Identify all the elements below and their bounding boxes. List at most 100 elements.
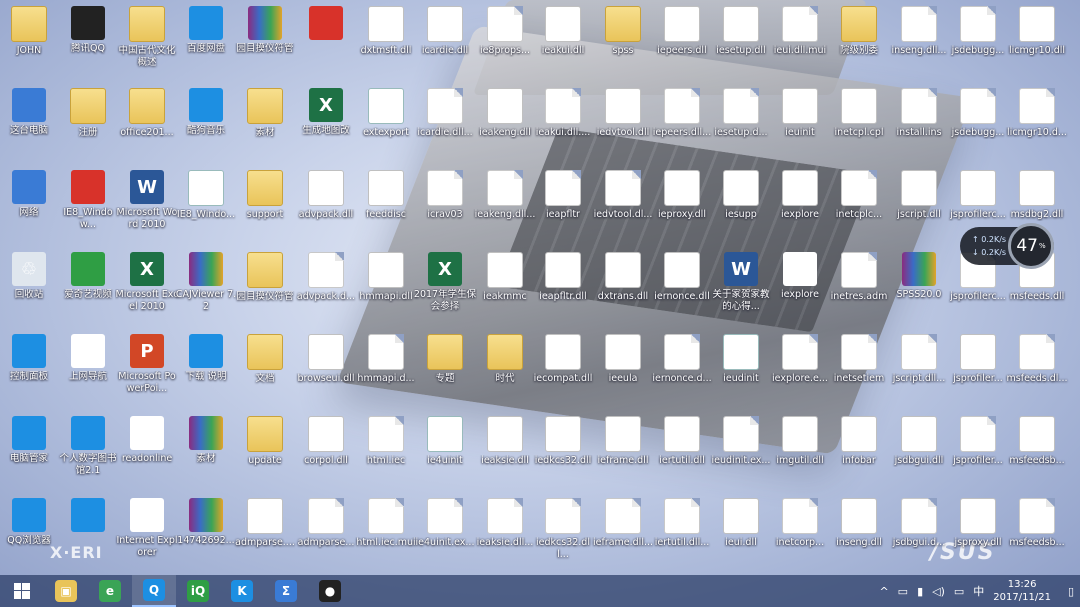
desktop-icon[interactable]: ⚙ ieframe.dll — [594, 416, 652, 467]
desktop-icon[interactable]: iertutil.dll... — [653, 498, 711, 549]
desktop-icon[interactable]: iernonce.d... — [652, 334, 712, 385]
desktop-icon[interactable]: e readonline — [118, 416, 176, 465]
network-speed-widget[interactable]: ↑ 0.2K/s ↓ 0.2K/s 47% — [960, 223, 1054, 269]
taskbar-app[interactable]: K — [220, 575, 264, 607]
desktop-icon[interactable]: 院级别委 — [830, 6, 888, 57]
desktop-icon[interactable]: inetsetiem — [830, 334, 888, 385]
desktop-icon[interactable]: jsdbgui.d... — [890, 498, 948, 549]
desktop-icon[interactable]: inetres.adm — [830, 252, 888, 303]
desktop-icon[interactable]: msfeeds.dl... — [1007, 334, 1067, 385]
desktop-icon[interactable]: ⚙ dxtmsft.dll — [357, 6, 415, 57]
desktop-icon[interactable]: ? iesupp — [712, 170, 770, 221]
desktop-icon[interactable]: ♪ infobar — [830, 416, 888, 467]
taskbar-app[interactable]: iQ — [176, 575, 220, 607]
desktop-icon[interactable]: html.iec — [357, 416, 415, 467]
desktop-icon[interactable]: html.iec.mui — [356, 498, 416, 549]
desktop-icon[interactable]: iedkcs32.dll... — [534, 498, 592, 561]
desktop-icon[interactable]: ⚙ ieakui.dll — [534, 6, 592, 57]
desktop-icon[interactable]: ⚙ jscript.dll — [890, 170, 948, 221]
desktop-icon[interactable]: ieapfltr — [534, 170, 592, 221]
desktop-icon[interactable]: JOHN — [0, 6, 58, 57]
desktop-icon[interactable]: iesetup.d... — [712, 88, 770, 139]
desktop-icon[interactable]: icardie.dll... — [416, 88, 474, 139]
desktop-icon[interactable]: ♪ feeddisc — [357, 170, 415, 221]
clock[interactable]: 13:26 2017/11/21 — [993, 578, 1051, 604]
desktop-icon[interactable]: office201... — [118, 88, 176, 139]
desktop-icon[interactable]: ⚙ ieakeng.dll — [476, 88, 534, 139]
desktop-icon[interactable]: ⚙ corpol.dll — [297, 416, 355, 467]
desktop-icon[interactable]: inetcorp... — [771, 498, 829, 549]
desktop-icon[interactable]: 园目摸仪符管 — [236, 252, 294, 303]
desktop-icon[interactable]: spss — [594, 6, 652, 57]
desktop-icon[interactable]: 腾讯QQ — [59, 6, 117, 55]
desktop-icon[interactable]: msfeedsb... — [1008, 498, 1066, 549]
desktop-icon[interactable]: ie4uinit.ex... — [416, 498, 474, 549]
desktop-icon[interactable]: 电脑管家 — [0, 416, 58, 465]
desktop-icon[interactable]: 专题 — [416, 334, 474, 385]
desktop-icon[interactable]: jscript.dll... — [890, 334, 948, 385]
desktop-icon[interactable]: ▦ ie4uinit — [416, 416, 474, 467]
desktop-icon[interactable]: ⚙ jsprofilerc... — [949, 170, 1007, 221]
desktop-icon[interactable]: ⚙ licmgr10.dll — [1008, 6, 1066, 57]
desktop-icon[interactable]: ⚙ inetcpl.cpl — [830, 88, 888, 139]
desktop-icon[interactable]: iexplore.e... — [771, 334, 829, 385]
usb-icon[interactable]: ▭ — [898, 585, 908, 598]
desktop-icon[interactable]: licmgr10.d... — [1007, 88, 1067, 139]
desktop-icon[interactable]: 文档 — [236, 334, 294, 385]
desktop-icon[interactable]: ⚙ jsprofiler... — [949, 334, 1007, 385]
desktop-icon[interactable]: iedvtool.dl... — [594, 170, 652, 221]
notification-icon[interactable]: ▯ — [1068, 585, 1074, 598]
desktop-icon[interactable]: SPSS20.0 — [890, 252, 948, 301]
desktop-icon[interactable]: IE8_Window... — [59, 170, 117, 231]
desktop-icon[interactable]: 个人数字图书馆2.1 — [59, 416, 117, 477]
desktop-icon[interactable]: jsdebugg... — [949, 6, 1007, 57]
desktop-icon[interactable] — [59, 498, 117, 535]
desktop-icon[interactable]: 这台电脑 — [0, 88, 58, 137]
desktop-icon[interactable]: jsprofiler... — [949, 416, 1007, 467]
desktop-icon[interactable]: e iexplore — [771, 252, 829, 301]
desktop-icon[interactable]: W 关于家贺家教的心得... — [712, 252, 770, 313]
desktop-icon[interactable]: 素材 — [236, 88, 294, 139]
windows-start-icon[interactable] — [0, 575, 44, 607]
desktop-icon[interactable]: 园目摸仪符管 — [236, 6, 294, 55]
desktop-icon[interactable]: ieudinit.ex... — [712, 416, 770, 467]
desktop-icon[interactable]: e 上网导航 — [59, 334, 117, 383]
desktop-icon[interactable]: ? ieakmmc — [476, 252, 534, 303]
taskbar-app[interactable]: Q — [132, 575, 176, 607]
desktop-icon[interactable]: 14742692... — [177, 498, 235, 547]
desktop-icon[interactable]: ⚙ admparse.... — [235, 498, 295, 549]
desktop-icon[interactable]: ? ieeula — [594, 334, 652, 385]
desktop-icon[interactable]: X 2017年学生保会参择 — [414, 252, 476, 313]
desktop-icon[interactable]: support — [236, 170, 294, 221]
desktop-icon[interactable]: ⚙ iecompat.dll — [534, 334, 592, 385]
desktop-icon[interactable]: ⚙ jsproxy.dll — [949, 498, 1007, 549]
desktop-icon[interactable]: QQ浏览器 — [0, 498, 58, 547]
desktop-icon[interactable]: X Microsoft Excel 2010 — [116, 252, 178, 313]
desktop-icon[interactable]: install.ins — [890, 88, 948, 139]
desktop-icon[interactable]: ⚙ msdbg2.dll — [1008, 170, 1066, 221]
desktop-icon[interactable]: inetcplc... — [830, 170, 888, 221]
desktop-icon[interactable]: ♲ 回收站 — [0, 252, 58, 301]
show-hidden-icons-icon[interactable]: ^ — [879, 585, 888, 598]
desktop-icon[interactable]: X 生成地图改 — [297, 88, 355, 137]
taskbar-app[interactable]: Σ — [264, 575, 308, 607]
taskbar-app[interactable]: e — [88, 575, 132, 607]
desktop-icon[interactable]: ie8props... — [476, 6, 534, 57]
network-icon[interactable]: ▮ — [917, 585, 923, 598]
desktop-icon[interactable]: ⚙ dxtrans.dll — [594, 252, 652, 303]
desktop-icon[interactable]: ? iexplore — [771, 170, 829, 221]
desktop-icon[interactable]: ⚙ advpack.dll — [297, 170, 355, 221]
desktop-icon[interactable]: W Microsoft Word 2010 — [117, 170, 177, 231]
desktop-icon[interactable]: ieakui.dll.... — [534, 88, 592, 139]
desktop-icon[interactable]: ⚙ iernonce.dll — [653, 252, 711, 303]
memory-usage-gauge[interactable]: 47% — [1008, 223, 1054, 269]
desktop-icon[interactable]: 控制面板 — [0, 334, 58, 383]
taskbar-app[interactable]: ● — [308, 575, 352, 607]
desktop-icon[interactable]: 下载 说明 — [177, 334, 235, 383]
desktop-icon[interactable]: ⚙ hmmapi.dll — [357, 252, 415, 303]
desktop-icon[interactable]: ⚙ iedvtool.dll — [594, 88, 652, 139]
desktop-icon[interactable]: 中国古代文化概述 — [118, 6, 176, 69]
volume-icon[interactable]: ◁) — [932, 585, 945, 598]
desktop-icon[interactable]: ieaksie.dll... — [476, 498, 534, 549]
desktop-icon[interactable]: ⚙ iedkcs32.dll — [534, 416, 592, 467]
